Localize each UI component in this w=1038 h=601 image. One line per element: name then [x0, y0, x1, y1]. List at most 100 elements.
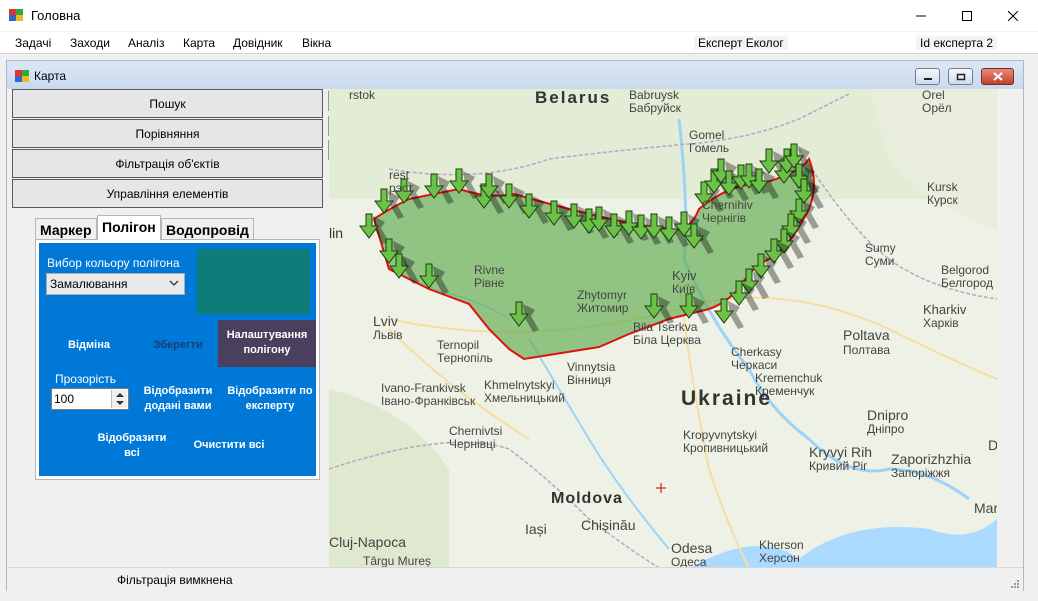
map-label-kryvyi: Kryvyi Rih [809, 444, 873, 460]
map-label-belgorod-local: Белгород [941, 276, 994, 290]
menu-analysis[interactable]: Аналіз [128, 36, 164, 50]
opacity-value: 100 [54, 392, 75, 406]
map-label-gomel-local: Гомель [689, 141, 730, 155]
menu-tasks[interactable]: Задачі [15, 36, 51, 50]
map-label-chisinau: Chișinău [581, 517, 636, 533]
map-marker-icon[interactable] [419, 263, 449, 294]
map-label-chernihiv-local: Чернігів [702, 211, 747, 225]
map-label-babruysk-local: Бабруйск [629, 101, 681, 115]
show-by-expert-button[interactable]: Відобразити по експерту [227, 384, 313, 414]
maximize-button[interactable] [944, 0, 990, 32]
status-bar: Фільтрація вимкнена [7, 567, 1023, 591]
map-marker-icon[interactable] [424, 173, 454, 204]
map-label-pinsk: lin [329, 225, 344, 241]
map-label-rivne-local: Рівне [474, 276, 505, 290]
map-label-bila-tserkva-local: Біла Церква [633, 333, 701, 347]
minimize-icon [916, 15, 926, 17]
stepper-arrows[interactable] [111, 390, 127, 408]
map-label-mar-partial: Mar [974, 500, 997, 516]
maximize-icon [962, 11, 972, 21]
role-label: Експерт Еколог [694, 36, 788, 50]
polygon-tab-panel: Вибор кольору полігона Замалювання Відмі… [35, 239, 320, 480]
map-label-kryvyi-local: Кривий Ріг [809, 459, 868, 473]
child-titlebar: Карта [7, 61, 1023, 89]
map-label-kursk-local: Курск [927, 193, 958, 207]
map-label-belarus: Belarus [535, 89, 612, 107]
menu-windows[interactable]: Вікна [302, 36, 331, 50]
child-app-icon [15, 70, 29, 82]
show-all-button[interactable]: Відобразити всі [91, 431, 173, 461]
fill-select[interactable]: Замалювання [46, 273, 185, 295]
map-child-window: Карта Пошук Порівняння Фільтрація об'єкт… [6, 60, 1024, 591]
opacity-label: Прозорість [55, 372, 116, 386]
map-label-kherson-local: Херсон [759, 551, 800, 565]
minimize-icon [923, 77, 932, 80]
chevron-down-icon [169, 280, 179, 286]
map-label-zhytomyr-local: Житомир [577, 301, 629, 315]
filter-objects-button[interactable]: Фільтрація об'єктів [12, 149, 323, 178]
color-label: Вибор кольору полігона [47, 256, 180, 270]
map-marker-icon[interactable] [509, 301, 539, 332]
map-label-khmelnytskyi-local: Хмельницький [484, 391, 565, 405]
resize-grip-icon[interactable] [1009, 578, 1019, 588]
map-label-orel-local: Орёл [922, 101, 952, 115]
map-scroll-strip [997, 89, 1014, 568]
map-label-sumy-local: Суми [865, 254, 895, 268]
map-marker-icon[interactable] [389, 253, 419, 284]
clear-all-button[interactable]: Очистити всі [187, 438, 271, 453]
map-label-lviv-local: Львів [373, 328, 403, 342]
map-label-poltava: Poltava [843, 327, 890, 343]
stepper-up-icon [116, 393, 124, 397]
map-label-dnipro: Dnipro [867, 407, 909, 423]
save-button[interactable]: Зберегти [146, 338, 210, 353]
map-label-zaporizhzhia: Zaporizhzhia [891, 451, 972, 467]
filter-status: Фільтрація вимкнена [117, 573, 233, 587]
map-label-lviv: Lviv [373, 313, 398, 329]
polygon-settings-area: Вибор кольору полігона Замалювання Відмі… [39, 243, 316, 476]
fill-select-value: Замалювання [50, 277, 128, 291]
child-close-button[interactable] [981, 68, 1014, 85]
expert-id-label: Id експерта 2 [916, 36, 998, 50]
map-label-d-partial: D [988, 437, 997, 453]
color-preview[interactable] [197, 249, 310, 314]
map-label-kropyvnytskyi-local: Кропивницький [683, 441, 769, 455]
show-added-button[interactable]: Відобразити додані вами [135, 384, 221, 414]
opacity-stepper[interactable]: 100 [51, 388, 129, 410]
map-label-moldova: Moldova [551, 490, 623, 507]
map-label-chernivtsi-local: Чернівці [449, 437, 496, 451]
tab-waterpipe[interactable]: Водопровід [161, 218, 254, 240]
stepper-down-icon [116, 401, 124, 405]
close-icon [1008, 11, 1018, 21]
map-marker-icon[interactable] [359, 213, 389, 244]
map-label-ternopil-local: Тернопіль [437, 351, 493, 365]
app-icon [9, 9, 23, 21]
map-label-kharkiv-local: Харків [923, 316, 959, 330]
map-label-kyiv: Kyiv [672, 268, 697, 283]
compare-button[interactable]: Порівняння [12, 119, 323, 148]
child-minimize-button[interactable] [915, 68, 940, 85]
tab-polygon[interactable]: Полігон [97, 215, 161, 240]
search-button[interactable]: Пошук [12, 89, 323, 118]
map-label-kyiv-local: Київ [672, 282, 696, 296]
map-marker-icon[interactable] [449, 168, 479, 199]
menu-map[interactable]: Карта [183, 36, 215, 50]
minimize-button[interactable] [898, 0, 944, 32]
map-label-odesa: Odesa [671, 540, 713, 556]
menu-measures[interactable]: Заходи [70, 36, 110, 50]
child-restore-button[interactable] [948, 68, 973, 85]
map-marker-icon[interactable] [519, 193, 549, 224]
close-icon [992, 72, 1003, 81]
manage-elements-button[interactable]: Управління елементів [12, 179, 323, 208]
close-button[interactable] [990, 0, 1036, 32]
map-label-brest-local: рэст [389, 181, 414, 195]
menu-bar: Задачі Заходи Аналіз Карта Довідник Вікн… [0, 32, 1038, 54]
map-label-kharkiv: Kharkiv [923, 302, 967, 317]
cancel-button[interactable]: Відміна [59, 338, 119, 353]
menu-reference[interactable]: Довідник [233, 36, 283, 50]
map-view[interactable]: rstok Belarus Babruysk Бабруйск Orel Орё… [329, 89, 997, 568]
tab-marker[interactable]: Маркер [35, 218, 97, 240]
restore-icon [956, 73, 965, 80]
polygon-settings-button[interactable]: Налаштування полігону [218, 320, 316, 367]
map-label-ukraine: Ukraine [681, 387, 773, 410]
map-label-dnipro-local: Дніпро [867, 422, 905, 436]
